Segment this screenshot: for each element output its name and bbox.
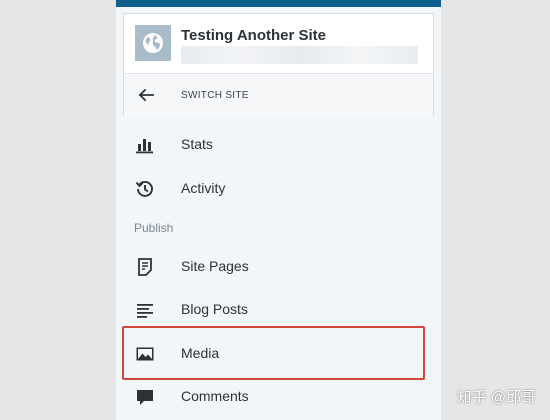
menu-label-site-pages: Site Pages xyxy=(181,258,249,274)
top-app-bar xyxy=(116,0,441,7)
menu-label-blog-posts: Blog Posts xyxy=(181,301,248,317)
menu-label-comments: Comments xyxy=(181,388,249,404)
menu-label-activity: Activity xyxy=(181,180,226,196)
site-header[interactable]: Testing Another Site xyxy=(124,14,433,72)
menu-item-blog-posts[interactable]: Blog Posts xyxy=(116,288,441,330)
screenshot-root: Testing Another Site SWITCH SITE Stats A… xyxy=(0,0,550,420)
globe-icon xyxy=(135,25,171,61)
bar-chart-icon xyxy=(135,135,155,155)
switch-site-button[interactable]: SWITCH SITE xyxy=(124,74,433,116)
site-title: Testing Another Site xyxy=(181,27,327,44)
arrow-left-icon xyxy=(137,86,155,104)
section-heading-publish: Publish xyxy=(134,221,174,235)
history-icon xyxy=(135,179,155,199)
watermark: 知乎 @邱哥 xyxy=(456,389,536,406)
menu-item-activity[interactable]: Activity xyxy=(116,167,441,209)
site-url-redacted xyxy=(181,46,418,64)
site-card: Testing Another Site SWITCH SITE xyxy=(123,13,434,116)
comment-icon xyxy=(135,387,155,407)
switch-site-label: SWITCH SITE xyxy=(181,90,249,101)
posts-icon xyxy=(135,300,155,320)
page-icon xyxy=(135,257,155,277)
menu-item-site-pages[interactable]: Site Pages xyxy=(116,245,441,287)
menu-label-stats: Stats xyxy=(181,136,213,152)
menu-item-comments[interactable]: Comments xyxy=(116,375,441,417)
menu-item-stats[interactable]: Stats xyxy=(116,123,441,165)
media-highlight-box xyxy=(122,326,425,380)
